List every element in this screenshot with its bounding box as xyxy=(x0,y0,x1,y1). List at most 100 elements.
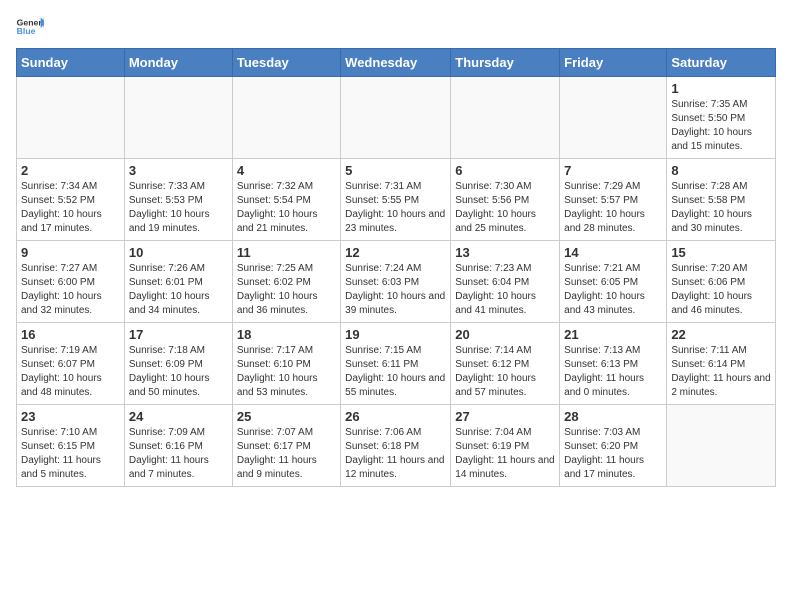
calendar-cell: 8 Sunrise: 7:28 AM Sunset: 5:58 PM Daylig… xyxy=(667,159,776,241)
column-header-friday: Friday xyxy=(560,49,667,77)
column-header-thursday: Thursday xyxy=(451,49,560,77)
day-number: 16 xyxy=(21,327,120,342)
day-number: 10 xyxy=(129,245,228,260)
calendar-week-1: 1 Sunrise: 7:35 AM Sunset: 5:50 PM Daylig… xyxy=(17,77,776,159)
day-number: 17 xyxy=(129,327,228,342)
day-info: Sunrise: 7:03 AM Sunset: 6:20 PM Dayligh… xyxy=(564,426,662,482)
column-header-monday: Monday xyxy=(124,49,232,77)
day-info: Sunrise: 7:09 AM Sunset: 6:16 PM Dayligh… xyxy=(129,426,228,482)
day-number: 21 xyxy=(564,327,662,342)
day-number: 22 xyxy=(671,327,771,342)
day-number: 8 xyxy=(671,163,771,178)
calendar-week-5: 23 Sunrise: 7:10 AM Sunset: 6:15 PM Dayli… xyxy=(17,405,776,487)
calendar-cell xyxy=(232,77,340,159)
day-info: Sunrise: 7:21 AM Sunset: 6:05 PM Dayligh… xyxy=(564,262,662,318)
calendar-cell: 18Sunrise: 7:17 AM Sunset: 6:10 PM Dayli… xyxy=(232,323,340,405)
day-info: Sunrise: 7:20 AM Sunset: 6:06 PM Dayligh… xyxy=(671,262,771,318)
day-info: Sunrise: 7:11 AM Sunset: 6:14 PM Dayligh… xyxy=(671,344,771,400)
calendar-cell xyxy=(341,77,451,159)
day-number: 27 xyxy=(455,409,555,424)
logo-icon: General Blue xyxy=(16,16,44,36)
day-info: Sunrise: 7:23 AM Sunset: 6:04 PM Dayligh… xyxy=(455,262,555,318)
day-number: 2 xyxy=(21,163,120,178)
calendar-cell xyxy=(17,77,125,159)
calendar-header-row: SundayMondayTuesdayWednesdayThursdayFrid… xyxy=(17,49,776,77)
calendar-cell: 14 Sunrise: 7:21 AM Sunset: 6:05 PM Dayli… xyxy=(560,241,667,323)
calendar-cell: 9Sunrise: 7:27 AM Sunset: 6:00 PM Daylig… xyxy=(17,241,125,323)
day-info: Sunrise: 7:19 AM Sunset: 6:07 PM Dayligh… xyxy=(21,344,120,400)
svg-text:Blue: Blue xyxy=(17,26,36,36)
calendar-cell: 7 Sunrise: 7:29 AM Sunset: 5:57 PM Daylig… xyxy=(560,159,667,241)
calendar-cell: 24 Sunrise: 7:09 AM Sunset: 6:16 PM Dayli… xyxy=(124,405,232,487)
column-header-saturday: Saturday xyxy=(667,49,776,77)
calendar-cell: 10 Sunrise: 7:26 AM Sunset: 6:01 PM Dayli… xyxy=(124,241,232,323)
day-info: Sunrise: 7:30 AM Sunset: 5:56 PM Dayligh… xyxy=(455,180,555,236)
day-info: Sunrise: 7:04 AM Sunset: 6:19 PM Dayligh… xyxy=(455,426,555,482)
day-number: 11 xyxy=(237,245,336,260)
calendar-cell: 13Sunrise: 7:23 AM Sunset: 6:04 PM Dayli… xyxy=(451,241,560,323)
calendar-cell: 26 Sunrise: 7:06 AM Sunset: 6:18 PM Dayli… xyxy=(341,405,451,487)
day-number: 20 xyxy=(455,327,555,342)
day-info: Sunrise: 7:15 AM Sunset: 6:11 PM Dayligh… xyxy=(345,344,446,400)
calendar-table: SundayMondayTuesdayWednesdayThursdayFrid… xyxy=(16,48,776,487)
day-info: Sunrise: 7:17 AM Sunset: 6:10 PM Dayligh… xyxy=(237,344,336,400)
day-number: 12 xyxy=(345,245,446,260)
calendar-cell xyxy=(667,405,776,487)
calendar-cell: 23 Sunrise: 7:10 AM Sunset: 6:15 PM Dayli… xyxy=(17,405,125,487)
day-number: 19 xyxy=(345,327,446,342)
day-info: Sunrise: 7:28 AM Sunset: 5:58 PM Dayligh… xyxy=(671,180,771,236)
calendar-cell xyxy=(560,77,667,159)
day-number: 1 xyxy=(671,81,771,96)
calendar-cell: 17 Sunrise: 7:18 AM Sunset: 6:09 PM Dayli… xyxy=(124,323,232,405)
day-number: 23 xyxy=(21,409,120,424)
day-info: Sunrise: 7:35 AM Sunset: 5:50 PM Dayligh… xyxy=(671,98,771,154)
calendar-cell: 1 Sunrise: 7:35 AM Sunset: 5:50 PM Daylig… xyxy=(667,77,776,159)
calendar-cell: 15 Sunrise: 7:20 AM Sunset: 6:06 PM Dayli… xyxy=(667,241,776,323)
day-info: Sunrise: 7:32 AM Sunset: 5:54 PM Dayligh… xyxy=(237,180,336,236)
day-number: 14 xyxy=(564,245,662,260)
column-header-sunday: Sunday xyxy=(17,49,125,77)
day-info: Sunrise: 7:24 AM Sunset: 6:03 PM Dayligh… xyxy=(345,262,446,318)
logo: General Blue xyxy=(16,16,48,36)
day-info: Sunrise: 7:31 AM Sunset: 5:55 PM Dayligh… xyxy=(345,180,446,236)
calendar-cell xyxy=(451,77,560,159)
calendar-cell: 11 Sunrise: 7:25 AM Sunset: 6:02 PM Dayli… xyxy=(232,241,340,323)
column-header-wednesday: Wednesday xyxy=(341,49,451,77)
calendar-week-2: 2 Sunrise: 7:34 AM Sunset: 5:52 PM Daylig… xyxy=(17,159,776,241)
day-number: 24 xyxy=(129,409,228,424)
day-info: Sunrise: 7:07 AM Sunset: 6:17 PM Dayligh… xyxy=(237,426,336,482)
day-info: Sunrise: 7:26 AM Sunset: 6:01 PM Dayligh… xyxy=(129,262,228,318)
calendar-cell xyxy=(124,77,232,159)
calendar-cell: 21 Sunrise: 7:13 AM Sunset: 6:13 PM Dayli… xyxy=(560,323,667,405)
day-number: 15 xyxy=(671,245,771,260)
day-number: 9 xyxy=(21,245,120,260)
calendar-cell: 3Sunrise: 7:33 AM Sunset: 5:53 PM Daylig… xyxy=(124,159,232,241)
day-info: Sunrise: 7:10 AM Sunset: 6:15 PM Dayligh… xyxy=(21,426,120,482)
calendar-cell: 20Sunrise: 7:14 AM Sunset: 6:12 PM Dayli… xyxy=(451,323,560,405)
day-number: 4 xyxy=(237,163,336,178)
day-number: 26 xyxy=(345,409,446,424)
day-number: 6 xyxy=(455,163,555,178)
day-info: Sunrise: 7:33 AM Sunset: 5:53 PM Dayligh… xyxy=(129,180,228,236)
calendar-cell: 22 Sunrise: 7:11 AM Sunset: 6:14 PM Dayli… xyxy=(667,323,776,405)
calendar-week-4: 16 Sunrise: 7:19 AM Sunset: 6:07 PM Dayli… xyxy=(17,323,776,405)
day-number: 5 xyxy=(345,163,446,178)
day-number: 28 xyxy=(564,409,662,424)
day-info: Sunrise: 7:13 AM Sunset: 6:13 PM Dayligh… xyxy=(564,344,662,400)
calendar-cell: 5 Sunrise: 7:31 AM Sunset: 5:55 PM Daylig… xyxy=(341,159,451,241)
page-header: General Blue xyxy=(16,16,776,36)
calendar-cell: 28 Sunrise: 7:03 AM Sunset: 6:20 PM Dayli… xyxy=(560,405,667,487)
day-number: 7 xyxy=(564,163,662,178)
day-info: Sunrise: 7:06 AM Sunset: 6:18 PM Dayligh… xyxy=(345,426,446,482)
calendar-cell: 6 Sunrise: 7:30 AM Sunset: 5:56 PM Daylig… xyxy=(451,159,560,241)
day-info: Sunrise: 7:29 AM Sunset: 5:57 PM Dayligh… xyxy=(564,180,662,236)
calendar-cell: 2 Sunrise: 7:34 AM Sunset: 5:52 PM Daylig… xyxy=(17,159,125,241)
day-number: 25 xyxy=(237,409,336,424)
day-info: Sunrise: 7:18 AM Sunset: 6:09 PM Dayligh… xyxy=(129,344,228,400)
calendar-cell: 19 Sunrise: 7:15 AM Sunset: 6:11 PM Dayli… xyxy=(341,323,451,405)
calendar-cell: 25 Sunrise: 7:07 AM Sunset: 6:17 PM Dayli… xyxy=(232,405,340,487)
calendar-cell: 16 Sunrise: 7:19 AM Sunset: 6:07 PM Dayli… xyxy=(17,323,125,405)
calendar-cell: 27 Sunrise: 7:04 AM Sunset: 6:19 PM Dayli… xyxy=(451,405,560,487)
day-info: Sunrise: 7:25 AM Sunset: 6:02 PM Dayligh… xyxy=(237,262,336,318)
day-info: Sunrise: 7:34 AM Sunset: 5:52 PM Dayligh… xyxy=(21,180,120,236)
